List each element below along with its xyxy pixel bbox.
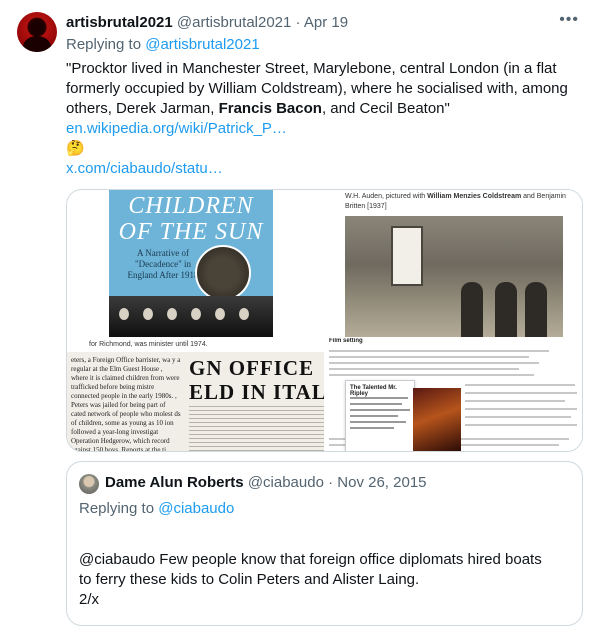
- replying-to: Replying to @artisbrutal2021: [66, 35, 260, 55]
- quote-replying-to: Replying to @ciabaudo: [79, 499, 234, 519]
- book-title: CHILDREN OF THE SUN: [118, 193, 264, 245]
- avatar-head-shape: [30, 20, 44, 36]
- media-grid: CHILDREN OF THE SUN A Narrative of "Deca…: [66, 189, 583, 452]
- popup-title: The Talented Mr. Ripley: [350, 385, 397, 397]
- tweet-text-line: "Procktor lived in Manchester Street, Ma…: [66, 60, 557, 77]
- media-image-newspaper[interactable]: for Richmond, was minister until 1974. e…: [67, 338, 325, 452]
- newspaper-column: eters, a Foreign Office barrister, wa y …: [71, 356, 181, 452]
- wiki-text-row: [465, 400, 565, 402]
- text-fragment: , and Cecil Beaton": [321, 100, 450, 117]
- caption-bold: William Menzies Coldstream: [427, 193, 522, 200]
- wikipedia-link[interactable]: en.wikipedia.org/wiki/Patrick_P…: [66, 119, 586, 139]
- book-portrait-circle: [195, 245, 251, 301]
- tweet-header: artisbrutal2021 @artisbrutal2021 · Apr 1…: [66, 13, 348, 33]
- quote-text-line: @ciabaudo Few people know that foreign o…: [79, 551, 542, 568]
- wiki-text-row: [329, 350, 549, 352]
- tweet-date[interactable]: Apr 19: [304, 14, 348, 31]
- replying-prefix: Replying to: [66, 36, 142, 53]
- quote-display-name[interactable]: Dame Alun Roberts: [105, 474, 244, 491]
- book-crowd-photo: [109, 296, 273, 337]
- popup-text-row: [350, 403, 402, 405]
- wiki-popup: The Talented Mr. Ripley: [345, 380, 415, 451]
- wiki-text-row: [465, 392, 577, 394]
- auden-photo: [345, 216, 563, 337]
- thinking-emoji: 🤔: [66, 140, 85, 157]
- text-fragment: others, Derek Jarman,: [66, 100, 219, 117]
- quote-text-line: to ferry these kids to Colin Peters and …: [79, 571, 420, 588]
- separator: ·: [328, 474, 334, 491]
- headline-line: GN OFFICE: [189, 356, 315, 380]
- separator: ·: [295, 14, 301, 31]
- media-image-wikipedia[interactable]: Film setting The Talented Mr. Ripley: [325, 338, 582, 451]
- replying-handle-link[interactable]: @artisbrutal2021: [145, 36, 259, 53]
- media-image-book-cover[interactable]: CHILDREN OF THE SUN A Narrative of "Deca…: [67, 190, 325, 338]
- wiki-text-row: [329, 356, 529, 358]
- display-name[interactable]: artisbrutal2021: [66, 14, 173, 31]
- popup-text-row: [350, 397, 408, 399]
- wiki-heading: Film setting: [329, 338, 363, 344]
- media-image-auden-photo[interactable]: W.H. Auden, pictured with William Menzie…: [325, 190, 582, 338]
- avatar[interactable]: [17, 12, 57, 52]
- photo-figure: [461, 282, 483, 337]
- wiki-text-row: [465, 424, 577, 426]
- book-subtitle: A Narrative of "Decadence" in England Af…: [127, 248, 199, 280]
- replying-prefix: Replying to: [79, 500, 155, 517]
- wiki-text-row: [329, 362, 539, 364]
- x-status-link[interactable]: x.com/ciabaudo/statu…: [66, 159, 586, 179]
- bold-name: Francis Bacon: [218, 100, 322, 117]
- popup-text-row: [350, 421, 406, 423]
- avatar-shoulders-shape: [23, 36, 51, 52]
- tweet-text: "Procktor lived in Manchester Street, Ma…: [66, 59, 586, 179]
- popup-text-row: [350, 427, 394, 429]
- book-cover: CHILDREN OF THE SUN A Narrative of "Deca…: [109, 190, 273, 337]
- wiki-text-row: [329, 368, 519, 370]
- popup-text-row: [350, 415, 398, 417]
- quote-text: @ciabaudo Few people know that foreign o…: [79, 550, 542, 610]
- wiki-text-row: [465, 408, 577, 410]
- quote-date[interactable]: Nov 26, 2015: [337, 474, 426, 491]
- caption-text: W.H. Auden, pictured with: [345, 193, 428, 200]
- popup-text-row: [350, 409, 410, 411]
- wiki-text-row: [465, 384, 575, 386]
- tweet-text-line: others, Derek Jarman, Francis Bacon, and…: [66, 99, 586, 119]
- photo-caption: W.H. Auden, pictured with William Menzie…: [345, 192, 575, 212]
- quote-header: Dame Alun Roberts @ciabaudo · Nov 26, 20…: [105, 473, 427, 493]
- headline-line: ELD IN ITAL: [189, 380, 325, 404]
- quote-replying-handle-link[interactable]: @ciabaudo: [158, 500, 234, 517]
- photo-figure: [495, 282, 517, 337]
- handle[interactable]: @artisbrutal2021: [177, 14, 291, 31]
- newspaper-topline: for Richmond, was minister until 1974.: [67, 338, 324, 352]
- quote-avatar[interactable]: [79, 474, 99, 494]
- wiki-text-row: [465, 416, 571, 418]
- newspaper-headline: GN OFFICE ELD IN ITAL: [189, 356, 325, 404]
- quote-handle[interactable]: @ciabaudo: [248, 474, 324, 491]
- photo-door: [391, 226, 423, 286]
- photo-figure: [525, 282, 547, 337]
- wiki-text-row: [329, 374, 534, 376]
- more-horizontal-icon[interactable]: •••: [559, 11, 579, 29]
- film-poster: [413, 388, 461, 451]
- quoted-tweet[interactable]: Dame Alun Roberts @ciabaudo · Nov 26, 20…: [66, 461, 583, 626]
- tweet-text-line: formerly occupied by William Coldstream)…: [66, 80, 568, 97]
- quote-text-line: 2/x: [79, 591, 100, 608]
- newspaper-columns: [189, 406, 324, 451]
